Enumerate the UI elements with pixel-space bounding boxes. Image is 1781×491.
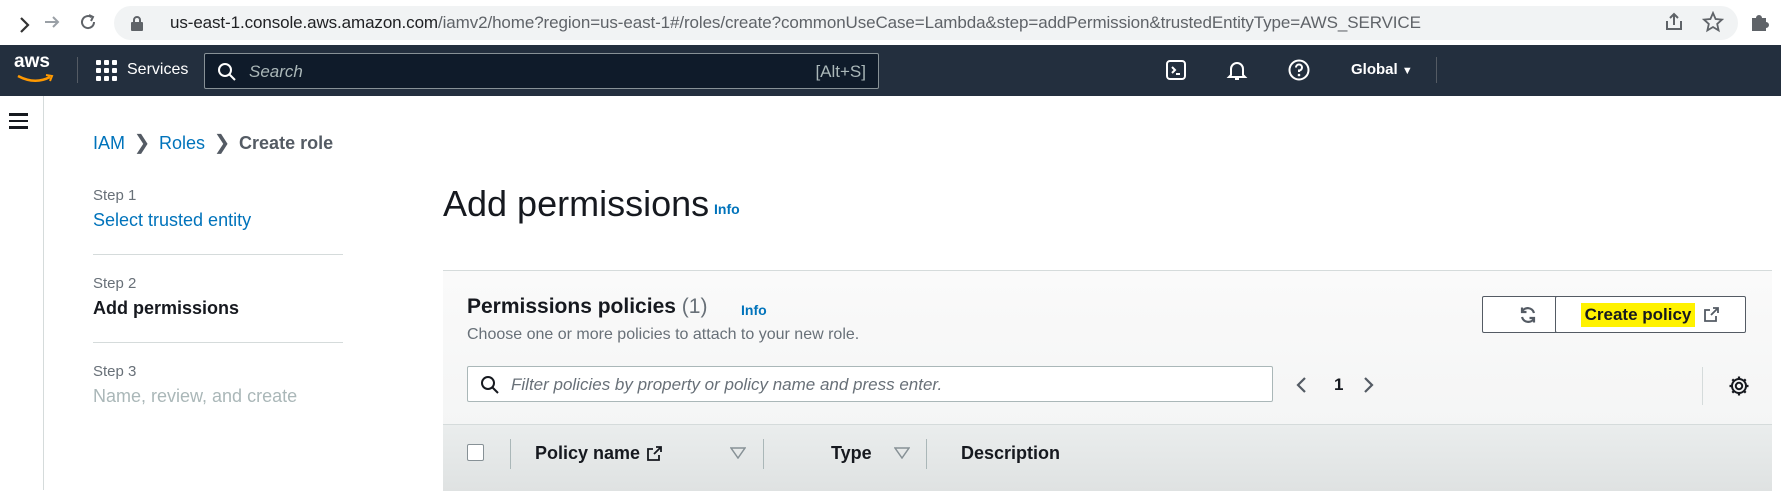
filter-placeholder: Filter policies by property or policy na… bbox=[511, 375, 943, 394]
column-header-type[interactable]: Type bbox=[831, 443, 872, 464]
container-description: Choose one or more policies to attach to… bbox=[467, 326, 860, 343]
page-info-link[interactable]: Info bbox=[714, 201, 740, 217]
step-divider bbox=[93, 342, 343, 343]
page-title: Add permissions bbox=[443, 183, 710, 224]
forward-arrow-icon[interactable] bbox=[40, 10, 64, 34]
search-shortcut: [Alt+S] bbox=[815, 62, 866, 81]
extensions-icon[interactable] bbox=[1748, 11, 1770, 33]
reload-icon[interactable] bbox=[76, 10, 100, 34]
step-number: Step 3 bbox=[93, 363, 137, 380]
console-search-input[interactable]: Search [Alt+S] bbox=[204, 53, 879, 89]
menu-hamburger-icon[interactable] bbox=[9, 113, 28, 129]
pagination-next-icon[interactable] bbox=[1361, 376, 1375, 394]
breadcrumb-iam[interactable]: IAM bbox=[93, 133, 125, 153]
create-policy-label: Create policy bbox=[1580, 302, 1696, 327]
step-title-name-review-create: Name, review, and create bbox=[93, 386, 298, 406]
breadcrumb-roles[interactable]: Roles bbox=[159, 133, 205, 153]
notifications-bell-icon[interactable] bbox=[1225, 58, 1249, 82]
column-separator bbox=[926, 439, 927, 469]
bookmark-star-icon[interactable] bbox=[1701, 10, 1725, 33]
step-2: Step 2 Add permissions bbox=[93, 275, 343, 363]
chevron-right-icon: ❯ bbox=[213, 132, 231, 154]
policy-count: (1) bbox=[681, 295, 708, 318]
step-divider bbox=[93, 254, 343, 255]
select-all-checkbox[interactable] bbox=[467, 444, 484, 461]
services-menu[interactable]: Services bbox=[127, 61, 188, 79]
refresh-icon bbox=[1520, 306, 1535, 323]
search-icon bbox=[218, 63, 236, 81]
share-icon[interactable] bbox=[1663, 11, 1685, 33]
step-number: Step 2 bbox=[93, 275, 137, 292]
external-link-icon bbox=[647, 446, 662, 461]
policies-info-link[interactable]: Info bbox=[741, 302, 767, 318]
step-1: Step 1 Select trusted entity bbox=[93, 187, 343, 275]
step-3: Step 3 Name, review, and create bbox=[93, 363, 343, 451]
lock-icon bbox=[130, 15, 144, 31]
pagination-previous-icon[interactable] bbox=[1295, 376, 1309, 394]
column-separator bbox=[763, 439, 764, 469]
region-selector[interactable]: Global ▼ bbox=[1351, 61, 1413, 78]
policy-filter-input[interactable]: Filter policies by property or policy na… bbox=[467, 366, 1273, 402]
policies-table-header: Policy name Type Description bbox=[443, 424, 1772, 491]
pagination-page-number[interactable]: 1 bbox=[1334, 375, 1343, 395]
aws-logo[interactable]: aws bbox=[14, 51, 58, 87]
step-link-select-trusted-entity[interactable]: Select trusted entity bbox=[93, 210, 343, 231]
step-title-add-permissions: Add permissions bbox=[93, 298, 240, 318]
breadcrumb: IAM ❯ Roles ❯ Create role bbox=[93, 130, 333, 155]
nav-divider bbox=[77, 57, 78, 83]
settings-gear-icon[interactable] bbox=[1728, 375, 1750, 397]
sort-caret-icon[interactable] bbox=[894, 447, 910, 459]
help-icon[interactable] bbox=[1287, 58, 1311, 82]
column-header-description[interactable]: Description bbox=[961, 443, 1060, 464]
step-number: Step 1 bbox=[93, 187, 137, 204]
search-placeholder: Search bbox=[249, 62, 303, 81]
toolbar-divider bbox=[1702, 367, 1703, 405]
url-text: us-east-1.console.aws.amazon.com/iamv2/h… bbox=[170, 13, 1421, 32]
back-arrow-icon[interactable] bbox=[12, 13, 36, 37]
external-link-icon bbox=[1704, 307, 1720, 322]
create-policy-button[interactable]: Create policy bbox=[1555, 296, 1746, 333]
breadcrumb-current: Create role bbox=[239, 133, 334, 153]
browser-toolbar: us-east-1.console.aws.amazon.com/iamv2/h… bbox=[0, 0, 1781, 45]
services-grid-icon[interactable] bbox=[96, 60, 117, 81]
column-separator bbox=[510, 439, 511, 469]
aws-top-navigation: aws Services Search [Alt+S] Global ▼ bbox=[0, 45, 1781, 96]
side-navigation-rail bbox=[0, 96, 44, 490]
container-title: Permissions policies (1) bbox=[467, 295, 708, 318]
sort-caret-icon[interactable] bbox=[730, 447, 746, 459]
column-header-policy-name[interactable]: Policy name bbox=[535, 443, 663, 464]
chevron-right-icon: ❯ bbox=[133, 132, 151, 154]
permissions-policies-container: Permissions policies (1) Info Choose one… bbox=[443, 270, 1772, 491]
wizard-steps: Step 1 Select trusted entity Step 2 Add … bbox=[93, 187, 343, 451]
caret-down-icon: ▼ bbox=[1401, 65, 1413, 77]
search-icon bbox=[481, 376, 499, 394]
cloudshell-icon[interactable] bbox=[1164, 58, 1188, 82]
nav-divider bbox=[1436, 57, 1437, 83]
